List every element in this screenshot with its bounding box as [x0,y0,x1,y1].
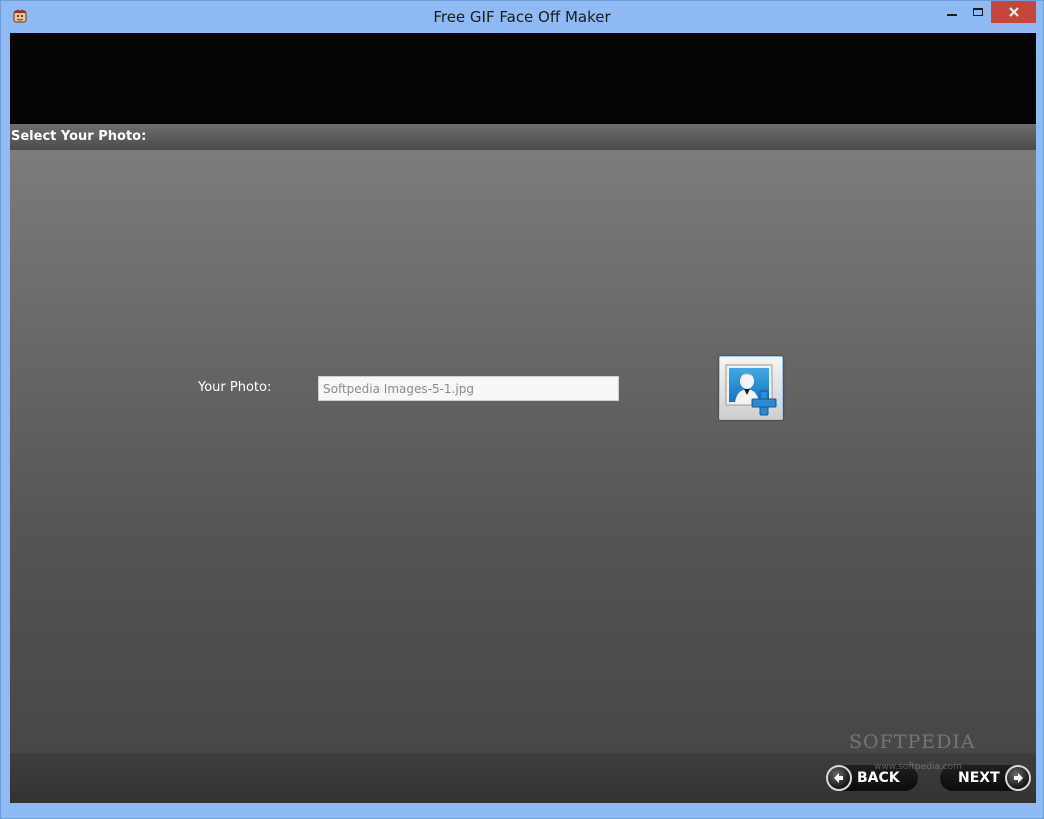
window-title: Free GIF Face Off Maker [433,8,611,26]
header-banner [10,33,1036,124]
photo-path-field[interactable] [318,376,619,401]
maximize-icon [973,8,983,16]
arrow-right-icon [1014,773,1023,783]
add-photo-icon [725,364,777,416]
close-button[interactable] [991,1,1036,23]
maximize-button[interactable] [965,1,991,23]
minimize-button[interactable] [939,1,965,23]
next-label: NEXT [958,770,1000,786]
section-title: Select Your Photo: [11,129,147,144]
section-header: Select Your Photo: [10,124,1036,150]
arrow-left-icon [834,773,843,783]
photo-label: Your Photo: [198,380,272,395]
client-area: Select Your Photo: Your Photo: Softpedia… [10,33,1036,803]
title-bar[interactable]: Free GIF Face Off Maker [1,1,1043,33]
minimize-icon [947,14,957,16]
back-arrow-circle [826,765,852,791]
softpedia-watermark-url: www.softpedia.com [874,762,962,772]
app-window: Free GIF Face Off Maker Select Your Phot… [0,0,1044,819]
softpedia-watermark: SOFTPEDIA [849,731,976,753]
back-label: BACK [857,770,900,786]
photo-select-panel: Your Photo: [10,150,1036,753]
close-icon [1008,7,1019,17]
next-arrow-circle [1005,765,1031,791]
add-photo-button[interactable] [719,356,783,420]
footer-nav-bar: BACK NEXT [10,753,1036,803]
